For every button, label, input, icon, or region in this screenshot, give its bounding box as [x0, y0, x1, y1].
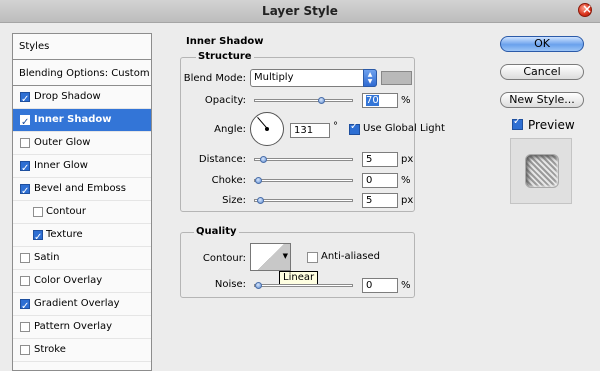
opacity-input[interactable]: 70 — [362, 93, 398, 108]
blend-mode-label: Blend Mode: — [183, 73, 246, 84]
choke-slider-thumb[interactable] — [255, 177, 262, 184]
blending-options-item[interactable]: Blending Options: Custom — [13, 63, 151, 86]
sidebar-item-label: Texture — [46, 229, 83, 240]
select-arrows-icon: ▲ ▼ — [363, 69, 377, 87]
style-preview — [510, 138, 572, 204]
sidebar-item-checkbox[interactable] — [20, 296, 30, 318]
sidebar-item-label: Satin — [34, 252, 60, 263]
size-unit: px — [401, 195, 414, 206]
shadow-color-swatch[interactable] — [381, 71, 412, 85]
sidebar-item-inner-shadow[interactable]: Inner Shadow — [13, 109, 151, 134]
title-bar: Layer Style — [0, 0, 600, 23]
angle-hub — [265, 127, 269, 131]
preview-checkbox[interactable] — [512, 116, 523, 130]
sidebar-item-checkbox[interactable] — [20, 89, 30, 111]
sidebar-item-satin[interactable]: Satin — [13, 247, 151, 270]
sidebar-item-inner-glow[interactable]: Inner Glow — [13, 155, 151, 180]
sidebar-item-label: Inner Glow — [34, 160, 88, 171]
sidebar-item-label: Stroke — [34, 344, 66, 355]
global-light-label: Use Global Light — [363, 123, 445, 134]
distance-slider-thumb[interactable] — [260, 156, 267, 163]
preview-label: Preview — [528, 118, 575, 132]
sidebar-item-texture[interactable]: Texture — [13, 224, 151, 249]
sidebar-item-checkbox[interactable] — [33, 227, 43, 249]
contour-label: Contour: — [202, 253, 246, 264]
sidebar-item-checkbox[interactable] — [20, 276, 30, 286]
distance-input[interactable]: 5 — [362, 152, 398, 167]
sidebar-item-label: Bevel and Emboss — [34, 183, 126, 194]
angle-input[interactable]: 131 — [290, 123, 330, 138]
choke-slider[interactable] — [254, 177, 353, 184]
sidebar-item-checkbox[interactable] — [20, 345, 30, 355]
angle-unit: ° — [333, 121, 338, 132]
sidebar-item-checkbox[interactable] — [33, 207, 43, 217]
sidebar-item-label: Color Overlay — [34, 275, 103, 286]
sidebar-item-bevel-and-emboss[interactable]: Bevel and Emboss — [13, 178, 151, 203]
noise-input[interactable]: 0 — [362, 278, 398, 293]
blend-mode-value: Multiply — [254, 72, 294, 83]
noise-slider[interactable] — [254, 282, 353, 289]
distance-label: Distance: — [198, 154, 246, 165]
cancel-button[interactable]: Cancel — [500, 64, 584, 80]
distance-slider[interactable] — [254, 156, 353, 163]
panel-title: Inner Shadow — [186, 36, 264, 47]
sidebar-item-gradient-overlay[interactable]: Gradient Overlay — [13, 293, 151, 318]
sidebar-item-stroke[interactable]: Stroke — [13, 339, 151, 362]
ok-button[interactable]: OK — [500, 36, 584, 52]
size-slider[interactable] — [254, 197, 353, 204]
sidebar-item-label: Contour — [46, 206, 86, 217]
noise-slider-thumb[interactable] — [255, 282, 262, 289]
sidebar-item-label: Pattern Overlay — [34, 321, 113, 332]
sidebar-item-label: Gradient Overlay — [34, 298, 120, 309]
angle-dial[interactable] — [250, 112, 284, 146]
sidebar-item-checkbox[interactable] — [20, 181, 30, 203]
sidebar-item-outer-glow[interactable]: Outer Glow — [13, 132, 151, 155]
size-input[interactable]: 5 — [362, 193, 398, 208]
opacity-value: 70 — [366, 95, 379, 106]
sidebar-item-label: Drop Shadow — [34, 91, 101, 102]
sidebar-item-color-overlay[interactable]: Color Overlay — [13, 270, 151, 293]
choke-unit: % — [401, 175, 411, 186]
preview-thumbnail — [525, 154, 559, 188]
contour-picker[interactable]: ▼ — [250, 243, 291, 271]
window-title: Layer Style — [262, 4, 338, 18]
opacity-unit: % — [401, 95, 411, 106]
distance-unit: px — [401, 154, 414, 165]
sidebar-item-checkbox[interactable] — [20, 112, 30, 134]
sidebar-item-contour[interactable]: Contour — [13, 201, 151, 224]
styles-header[interactable]: Styles — [13, 34, 151, 60]
choke-label: Choke: — [211, 175, 246, 186]
sidebar-item-checkbox[interactable] — [20, 253, 30, 263]
noise-label: Noise: — [214, 279, 246, 290]
sidebar-item-label: Outer Glow — [34, 137, 91, 148]
noise-unit: % — [401, 280, 411, 291]
size-slider-thumb[interactable] — [257, 197, 264, 204]
opacity-slider-thumb[interactable] — [318, 97, 325, 104]
size-label: Size: — [222, 195, 246, 206]
opacity-label: Opacity: — [204, 95, 246, 106]
opacity-slider[interactable] — [254, 97, 353, 104]
sidebar-item-pattern-overlay[interactable]: Pattern Overlay — [13, 316, 151, 339]
quality-title: Quality — [194, 226, 239, 237]
contour-tooltip: Linear — [279, 271, 319, 285]
angle-label: Angle: — [214, 124, 246, 135]
sidebar-item-label: Inner Shadow — [34, 114, 112, 125]
anti-aliased-label: Anti-aliased — [321, 251, 381, 262]
new-style-button[interactable]: New Style... — [500, 92, 584, 108]
sidebar-item-drop-shadow[interactable]: Drop Shadow — [13, 86, 151, 111]
close-icon[interactable] — [578, 2, 592, 17]
sidebar-item-checkbox[interactable] — [20, 158, 30, 180]
anti-aliased-checkbox[interactable] — [307, 252, 318, 263]
choke-input[interactable]: 0 — [362, 173, 398, 188]
global-light-checkbox[interactable] — [349, 121, 360, 135]
styles-sidebar: Styles Blending Options: Custom Drop Sha… — [12, 33, 152, 371]
style-list: Drop Shadow Inner Shadow Outer Glow Inner G… — [13, 86, 151, 362]
sidebar-item-checkbox[interactable] — [20, 138, 30, 148]
sidebar-item-checkbox[interactable] — [20, 322, 30, 332]
structure-title: Structure — [196, 51, 254, 62]
blend-mode-select[interactable]: Multiply ▲ ▼ — [250, 69, 377, 87]
dropdown-arrow-icon: ▼ — [282, 252, 288, 260]
